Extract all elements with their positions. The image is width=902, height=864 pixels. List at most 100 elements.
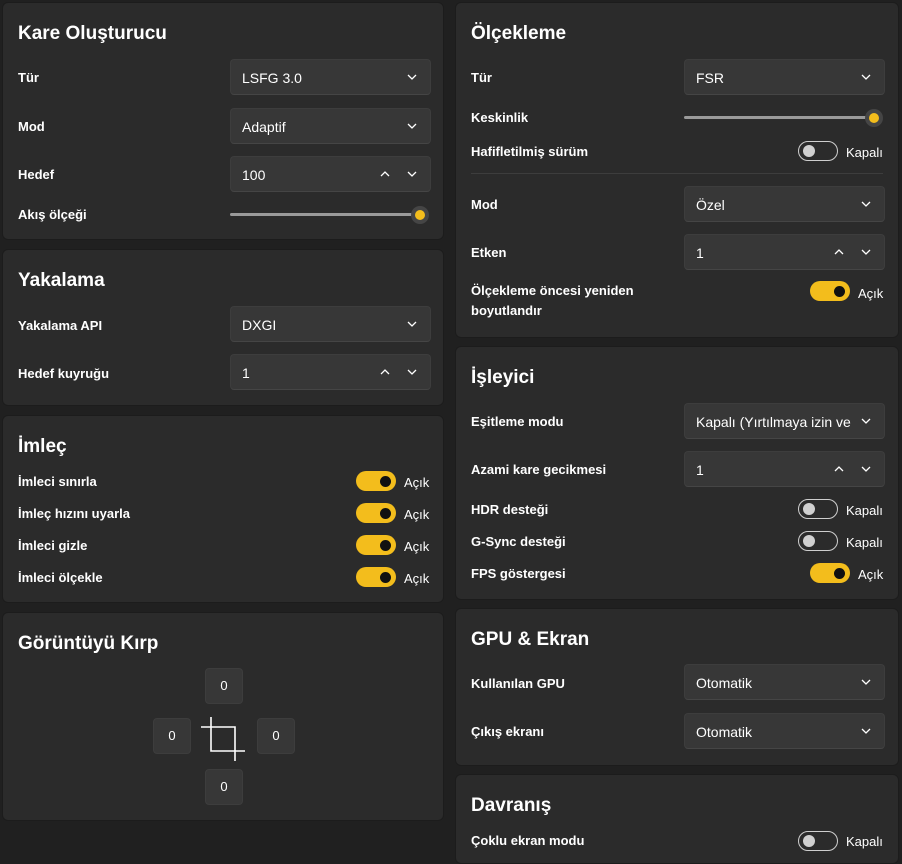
frame-generation-card: Kare Oluşturucu Tür LSFG 3.0 Mod Adaptif… <box>2 2 444 240</box>
chevron-down-icon <box>404 118 420 134</box>
target-queue-number-box[interactable]: 1 <box>230 354 431 390</box>
frame-gen-mode-dropdown[interactable]: Adaptif <box>230 108 431 144</box>
capture-api-label: Yakalama API <box>18 318 103 333</box>
sharpness-slider[interactable] <box>684 109 883 127</box>
scale-cursor-toggle[interactable] <box>356 567 396 587</box>
behavior-card: Davranış Çoklu ekran modu Kapalı <box>455 774 899 864</box>
number-value: 1 <box>242 365 250 381</box>
card-title: İşleyici <box>471 367 535 388</box>
chevron-down-icon <box>404 316 420 332</box>
cursor-item-label: İmleci gizle <box>18 538 88 553</box>
card-title: Ölçekleme <box>471 23 567 44</box>
dropdown-value: DXGI <box>242 317 277 333</box>
hdr-support-toggle[interactable] <box>798 499 838 519</box>
renderer-card: İşleyici Eşitleme modu Kapalı (Yırtılmay… <box>455 346 899 600</box>
vsync-mode-dropdown[interactable]: Kapalı (Yırtılmaya izin ve <box>684 403 885 439</box>
hdr-support-label: HDR desteği <box>471 502 549 517</box>
slider-thumb[interactable] <box>411 206 429 224</box>
card-title: GPU & Ekran <box>471 629 590 650</box>
toggle-knob <box>380 508 391 519</box>
mode-label: Mod <box>18 119 45 134</box>
multi-monitor-toggle[interactable] <box>798 831 838 851</box>
hide-cursor-toggle[interactable] <box>356 535 396 555</box>
chevron-down-icon <box>858 674 874 690</box>
scaling-type-label: Tür <box>471 70 492 85</box>
used-gpu-dropdown[interactable]: Otomatik <box>684 664 885 700</box>
capture-api-dropdown[interactable]: DXGI <box>230 306 431 342</box>
chevron-down-icon[interactable] <box>404 166 420 182</box>
toggle-state: Açık <box>858 286 884 301</box>
chevron-up-icon[interactable] <box>831 244 847 260</box>
crop-right-input[interactable]: 0 <box>257 718 295 754</box>
toggle-state: Açık <box>858 567 884 582</box>
output-display-dropdown[interactable]: Otomatik <box>684 713 885 749</box>
flow-scale-slider[interactable] <box>230 206 429 224</box>
chevron-down-icon <box>858 413 874 429</box>
number-value: 1 <box>696 462 704 478</box>
crop-card: Görüntüyü Kırp 0 0 0 0 <box>2 612 444 821</box>
card-title: Davranış <box>471 795 552 816</box>
factor-number-box[interactable]: 1 <box>684 234 885 270</box>
toggle-knob <box>834 286 845 297</box>
toggle-knob <box>380 476 391 487</box>
toggle-state: Kapalı <box>846 535 883 550</box>
toggle-state: Kapalı <box>846 145 883 160</box>
chevron-down-icon <box>858 723 874 739</box>
target-queue-label: Hedef kuyruğu <box>18 366 110 381</box>
cursor-card: İmleç İmleci sınırla Açık İmleç hızını u… <box>2 415 444 603</box>
target-label: Hedef <box>18 167 55 182</box>
slider-track <box>684 116 874 119</box>
toggle-state: Kapalı <box>846 503 883 518</box>
crop-icon <box>199 715 247 763</box>
slider-thumb[interactable] <box>865 109 883 127</box>
chevron-down-icon[interactable] <box>858 461 874 477</box>
toggle-knob <box>803 503 815 515</box>
toggle-knob <box>803 835 815 847</box>
capture-card: Yakalama Yakalama API DXGI Hedef kuyruğu… <box>2 249 444 406</box>
adjust-cursor-speed-toggle[interactable] <box>356 503 396 523</box>
gsync-support-toggle[interactable] <box>798 531 838 551</box>
flow-scale-label: Akış ölçeği <box>18 207 87 222</box>
dropdown-value: FSR <box>696 70 724 86</box>
toggle-knob <box>834 568 845 579</box>
frame-gen-type-dropdown[interactable]: LSFG 3.0 <box>230 59 431 95</box>
chevron-up-icon[interactable] <box>377 166 393 182</box>
toggle-knob <box>803 145 815 157</box>
scaling-mode-dropdown[interactable]: Özel <box>684 186 885 222</box>
prescale-resize-toggle[interactable] <box>810 281 850 301</box>
dropdown-value: Otomatik <box>696 675 753 691</box>
used-gpu-label: Kullanılan GPU <box>471 676 565 691</box>
cursor-item-label: İmleç hızını uyarla <box>18 506 130 521</box>
sharpness-label: Keskinlik <box>471 110 529 125</box>
crop-bottom-input[interactable]: 0 <box>205 769 243 805</box>
scaling-type-dropdown[interactable]: FSR <box>684 59 885 95</box>
crop-left-input[interactable]: 0 <box>153 718 191 754</box>
card-title: Yakalama <box>18 270 105 291</box>
chevron-down-icon[interactable] <box>858 244 874 260</box>
card-title: Görüntüyü Kırp <box>18 633 159 654</box>
cursor-item-label: İmleci ölçekle <box>18 570 103 585</box>
prescale-resize-label: Ölçekleme öncesi yeniden boyutlandır <box>471 283 634 318</box>
cursor-item-label: İmleci sınırla <box>18 474 97 489</box>
output-display-label: Çıkış ekranı <box>471 724 544 739</box>
vsync-label: Eşitleme modu <box>471 414 564 429</box>
max-frame-latency-number-box[interactable]: 1 <box>684 451 885 487</box>
clip-cursor-toggle[interactable] <box>356 471 396 491</box>
toggle-state: Kapalı <box>846 834 883 849</box>
lite-version-toggle[interactable] <box>798 141 838 161</box>
dropdown-value: Özel <box>696 197 725 213</box>
chevron-down-icon <box>858 69 874 85</box>
crop-top-input[interactable]: 0 <box>205 668 243 704</box>
chevron-up-icon[interactable] <box>377 364 393 380</box>
chevron-down-icon[interactable] <box>404 364 420 380</box>
chevron-up-icon[interactable] <box>831 461 847 477</box>
fps-counter-toggle[interactable] <box>810 563 850 583</box>
toggle-state: Açık <box>404 475 430 490</box>
target-number-box[interactable]: 100 <box>230 156 431 192</box>
factor-label: Etken <box>471 245 507 260</box>
max-frame-latency-label: Azami kare gecikmesi <box>471 462 607 477</box>
divider <box>471 173 883 174</box>
card-title: İmleç <box>18 436 67 457</box>
scaling-mode-label: Mod <box>471 197 498 212</box>
toggle-knob <box>380 540 391 551</box>
